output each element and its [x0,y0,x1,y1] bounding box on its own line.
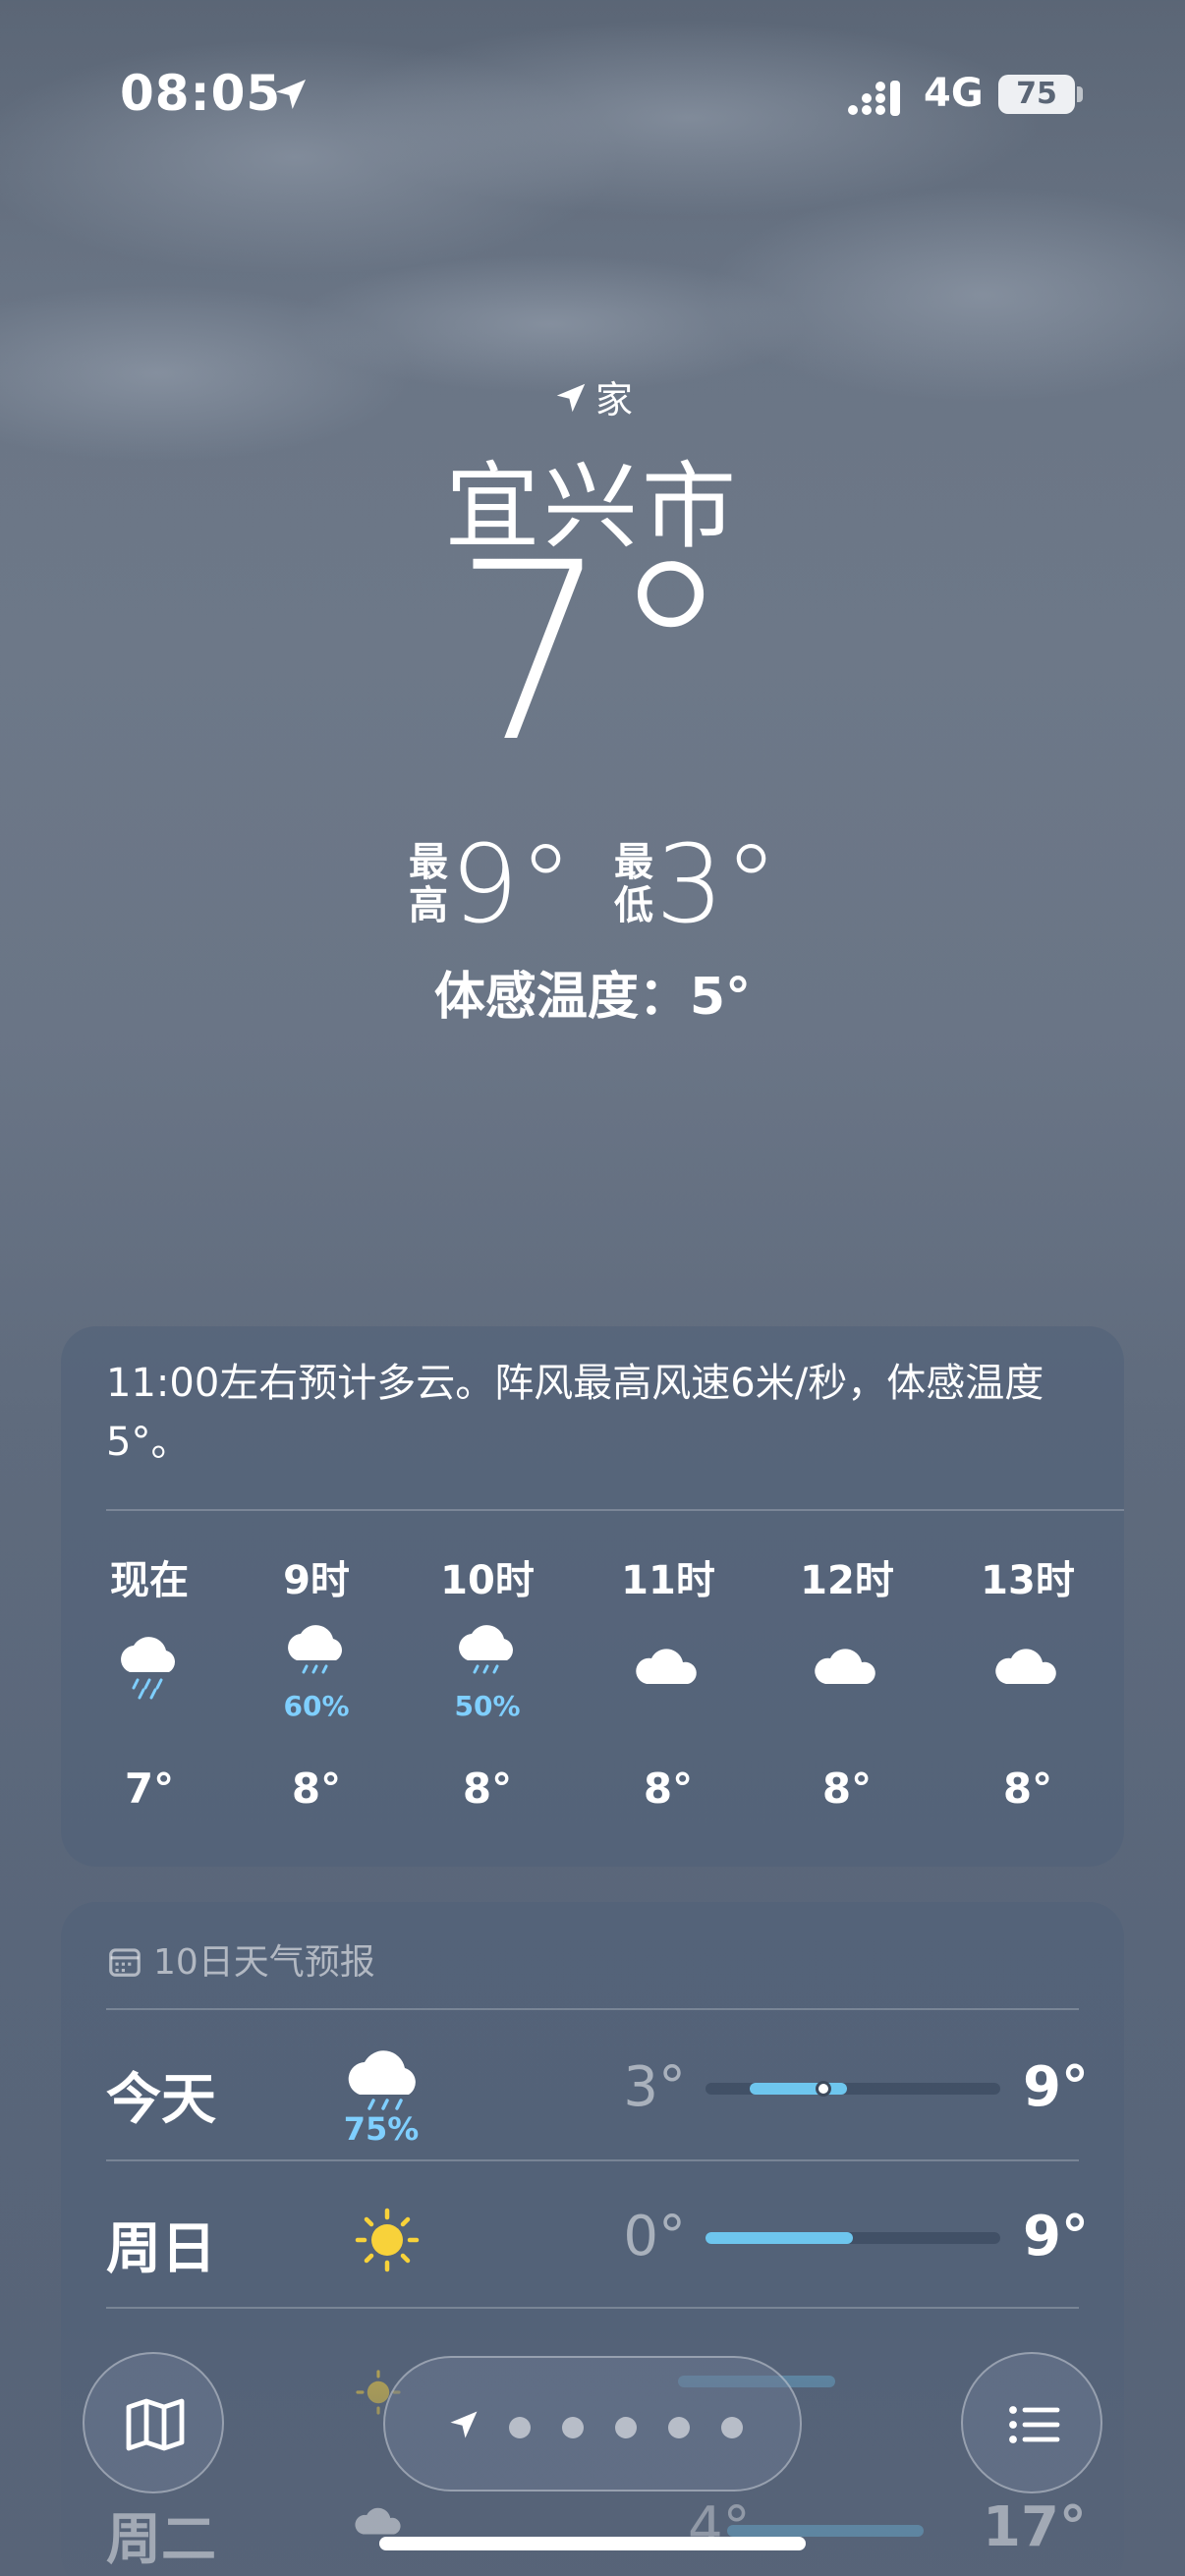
sun-icon [355,2208,420,2272]
temp-range-bar [750,2083,847,2095]
day-name: 周二 [106,2508,216,2572]
low-temp: 3° [655,821,778,947]
day-row-today[interactable]: 今天 75% 3° 9° [106,2012,1089,2159]
hour-temp: 8° [821,1764,873,1813]
page-dot[interactable] [615,2417,637,2438]
battery-indicator: 75 [998,75,1075,114]
hour-temp: 8° [1002,1764,1053,1813]
status-time: 08:05 [120,65,282,122]
high-low: 最高9° 最低3° [0,821,1185,947]
cloud-icon [995,1649,1056,1684]
feels-like: 体感温度：5° [433,968,752,1027]
map-icon [126,2398,185,2451]
hour-item: 12时 8° [788,1548,906,1813]
temp-range-bar [705,2232,853,2244]
cloud-rain-icon [121,1637,175,1700]
list-icon [1009,2406,1060,2443]
home-label: 家 [594,378,633,421]
day-name: 周日 [106,2217,216,2281]
hour-label: 现在 [110,1558,189,1603]
hour-item: 11时 8° [609,1548,727,1813]
divider [106,2008,1079,2010]
precip-chance: 75% [343,2110,420,2148]
page-dot[interactable] [668,2417,690,2438]
temp-range-track [705,2081,1000,2097]
precip-chance: 50% [454,1690,521,1722]
cloud-icon [815,1649,875,1684]
cloud-rain-icon [288,1625,342,1674]
day-row-sunday[interactable]: 周日 0° 9° [106,2161,1089,2309]
location-arrow-icon [276,80,306,109]
location-arrow-icon [450,2411,478,2438]
ten-day-header: 10日天气预报 [106,1933,375,1985]
status-bar: 08:05 4G 75 [0,0,1185,196]
hour-label: 10时 [440,1558,535,1603]
high-temp: 17° [983,2495,1087,2559]
cloud-icon [355,2507,401,2535]
hourly-summary: 11:00左右预计多云。阵风最高风速6米/秒，体感温度5°。 [106,1361,1044,1465]
hour-item: 9时 60% 8° [257,1548,375,1813]
low-label: 最低 [614,840,653,928]
page-dot[interactable] [721,2417,743,2438]
current-temperature: 7° [452,510,733,796]
cloud-icon [636,1649,697,1684]
calendar-icon [109,1948,141,1977]
ten-day-title: 10日天气预报 [153,1942,375,1983]
location-arrow-icon [556,383,586,413]
page-indicator[interactable] [383,2356,802,2492]
hour-item: 13时 8° [969,1548,1087,1813]
hour-item: 10时 50% 8° [428,1548,546,1813]
high-label: 最高 [409,840,448,928]
home-indicator[interactable] [379,2537,806,2550]
hour-temp: 7° [124,1764,175,1813]
high-temp: 9° [1023,2055,1089,2119]
location-label: 家 [0,369,1185,423]
current-temp-marker [816,2081,831,2097]
cloud-rain-icon [459,1625,513,1674]
hour-label: 13时 [981,1558,1075,1603]
page-dot[interactable] [562,2417,584,2438]
temp-range-track [705,2232,1000,2244]
hour-label: 12时 [800,1558,894,1603]
precip-chance: 60% [283,1690,350,1722]
hour-temp: 8° [462,1764,513,1813]
divider [106,2307,1079,2309]
high-temp: 9° [450,821,573,947]
hourly-forecast-card[interactable]: 11:00左右预计多云。阵风最高风速6米/秒，体感温度5°。 现在 7° 9时 … [61,1326,1124,1867]
divider [106,1509,1124,1511]
signal-icon [848,81,900,116]
network-type: 4G [924,71,984,116]
hour-item: 现在 7° [90,1548,208,1813]
battery-cap [1077,86,1083,102]
map-button[interactable] [83,2352,224,2493]
page-dot[interactable] [509,2417,531,2438]
hour-temp: 8° [643,1764,694,1813]
list-button[interactable] [961,2352,1102,2493]
hour-label: 11时 [621,1558,715,1603]
hour-label: 9时 [283,1558,350,1603]
day-name: 今天 [106,2068,216,2132]
low-temp: 0° [623,2205,686,2268]
low-temp: 3° [623,2055,686,2119]
temp-range-bar [727,2525,924,2537]
hour-temp: 8° [291,1764,342,1813]
high-temp: 9° [1023,2205,1089,2268]
